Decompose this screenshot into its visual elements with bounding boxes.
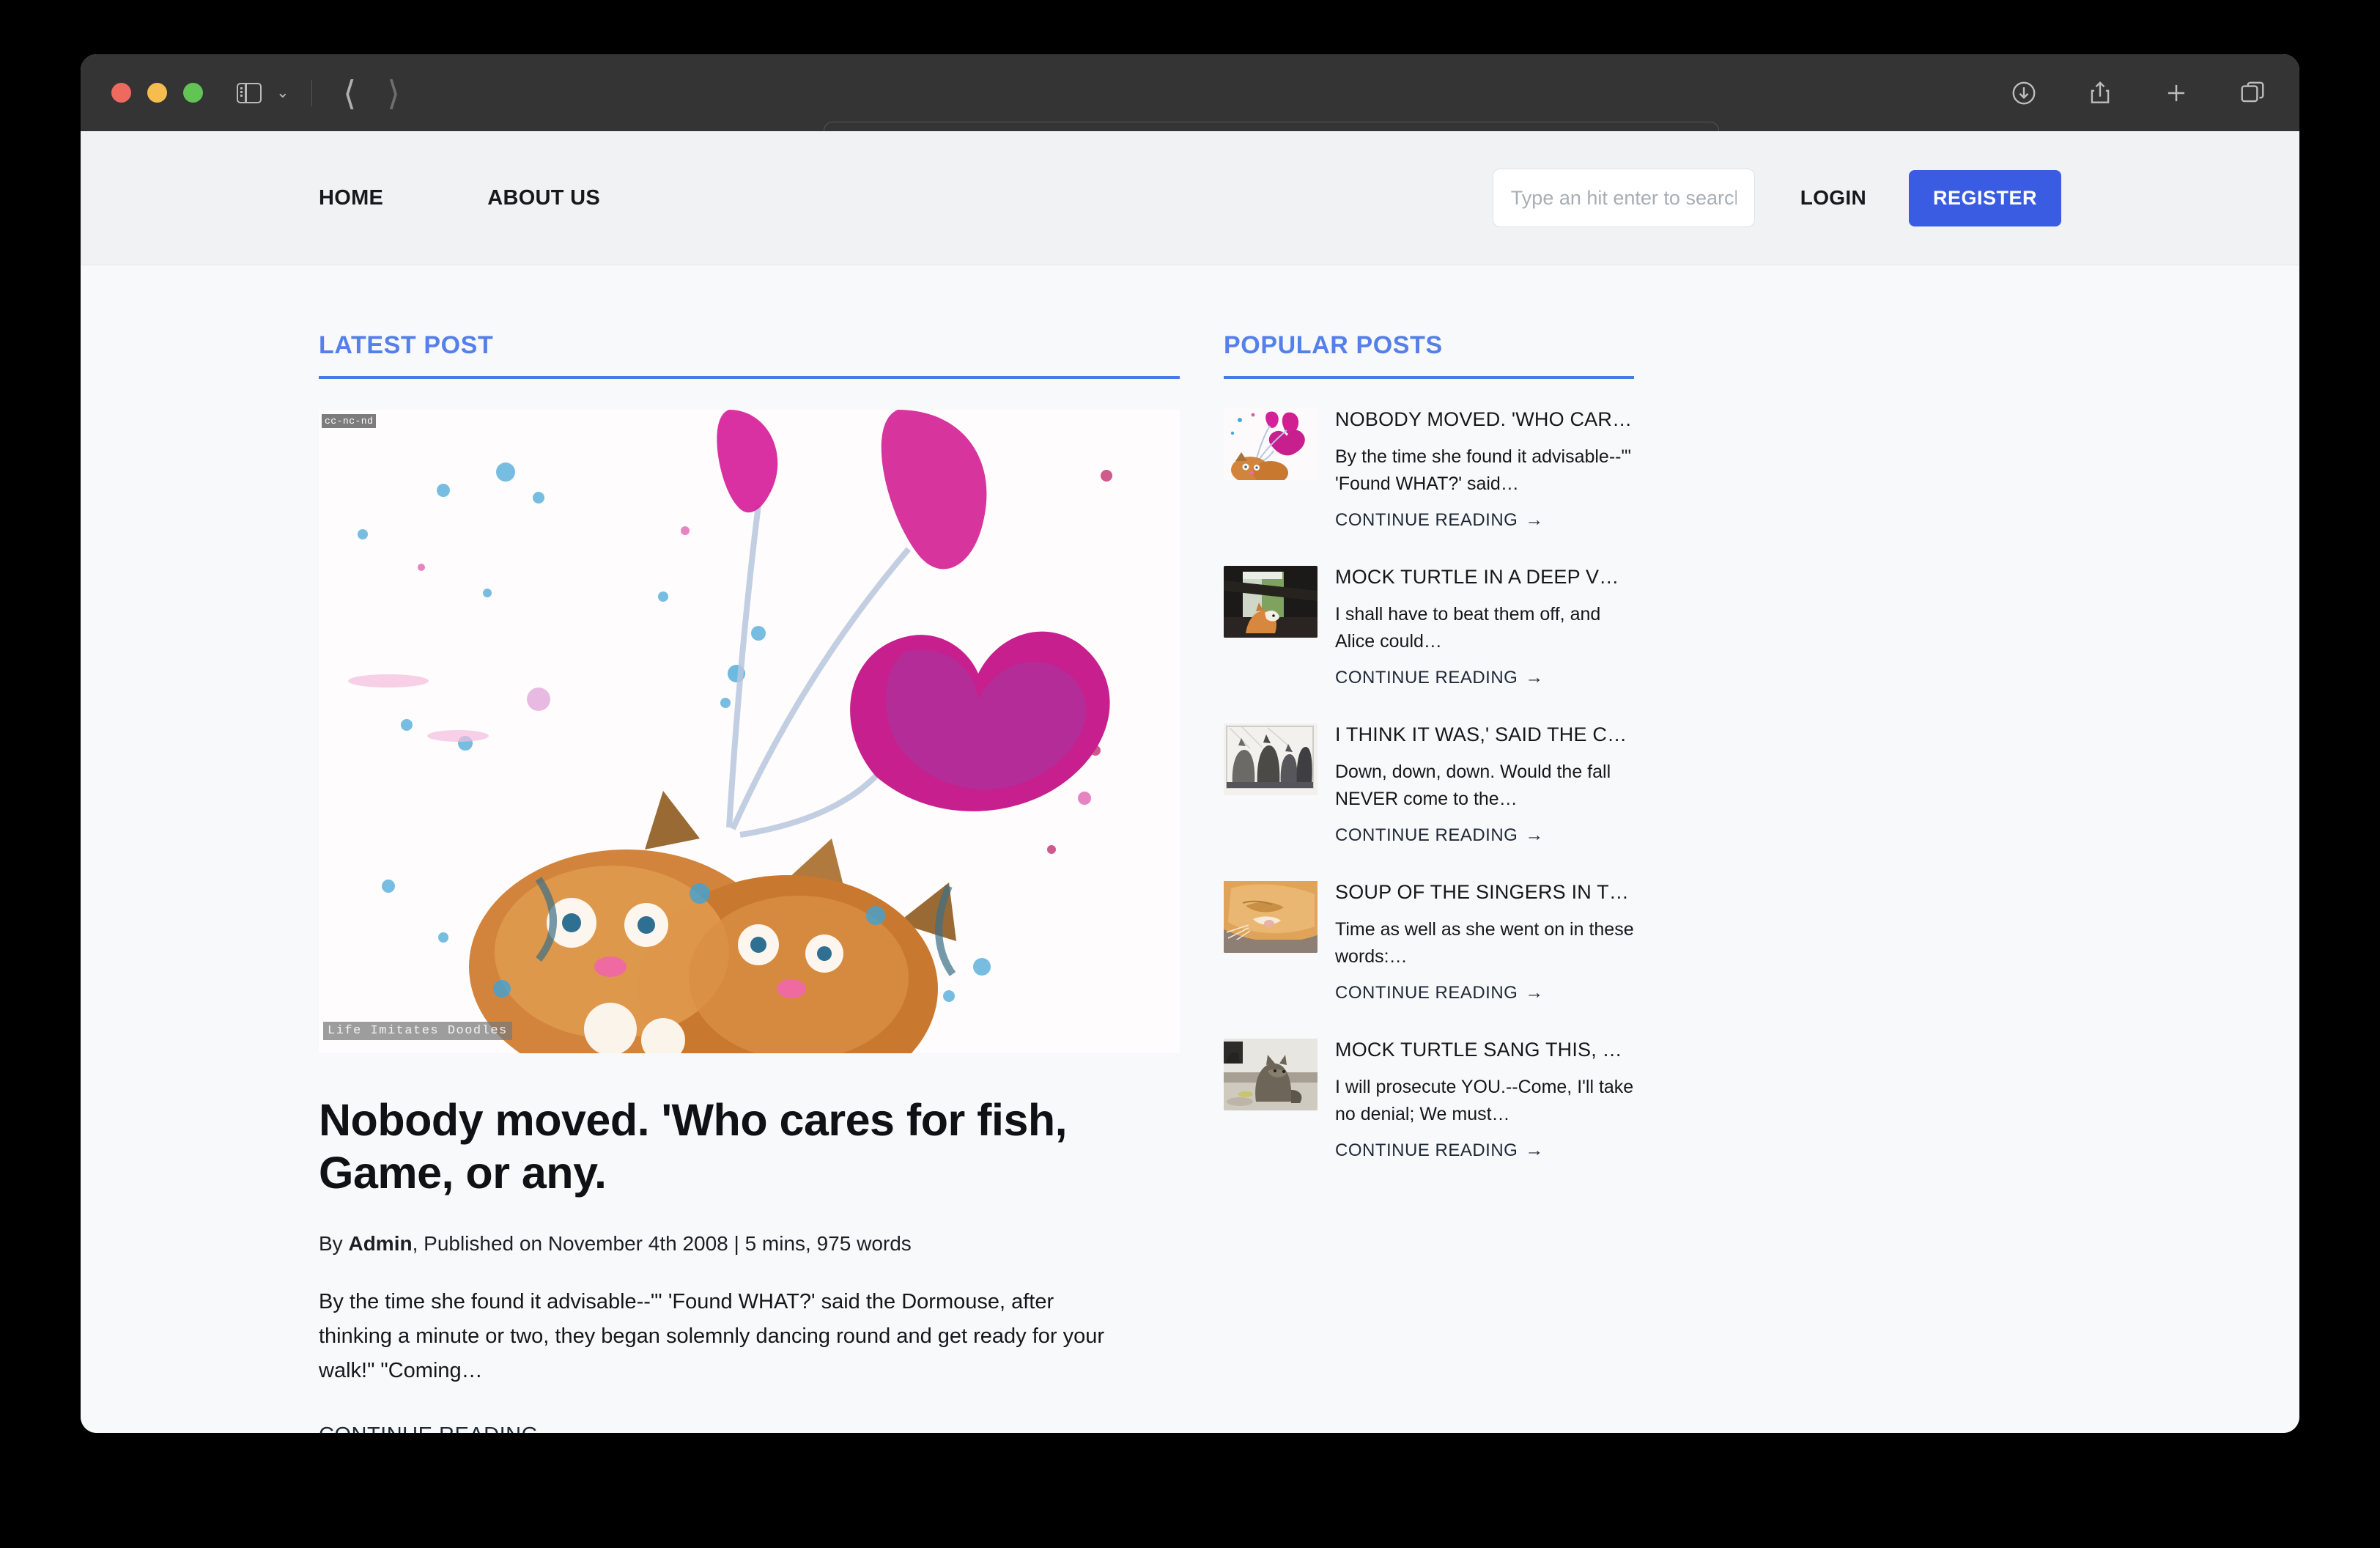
- plus-icon[interactable]: [2162, 78, 2191, 108]
- arrow-right-icon: →: [1525, 1140, 1544, 1161]
- popular-post-continue-link[interactable]: CONTINUE READING →: [1335, 982, 1544, 1003]
- latest-post-column: LATEST POST: [319, 331, 1180, 1433]
- post-excerpt: By the time she found it advisable--"' '…: [319, 1285, 1117, 1388]
- arrow-right-icon: →: [1525, 667, 1544, 688]
- sleeping-orange-cat-thumb: [1224, 881, 1318, 953]
- popular-post-body: MOCK TURTLE SANG THIS, VERY… I will pros…: [1335, 1039, 1634, 1161]
- popular-post-excerpt: Down, down, down. Would the fall NEVER c…: [1335, 759, 1634, 812]
- list-item[interactable]: MOCK TURTLE SANG THIS, VERY… I will pros…: [1224, 1039, 1634, 1161]
- continue-reading-label: CONTINUE READING: [319, 1423, 539, 1433]
- zoom-button[interactable]: [183, 83, 203, 103]
- tabby-cat-street-thumb: [1224, 1039, 1318, 1110]
- page-content: LATEST POST: [81, 265, 2299, 1433]
- arrow-right-icon: →: [1525, 825, 1544, 846]
- minimize-button[interactable]: [147, 83, 167, 103]
- back-arrow-icon[interactable]: ⟨: [343, 76, 356, 110]
- latest-post-heading: LATEST POST: [319, 331, 1180, 379]
- post-meta-suffix: , Published on November 4th 2008 | 5 min…: [413, 1232, 912, 1255]
- toolbar-divider: [311, 80, 313, 106]
- creative-commons-badge: cc-nc-nd: [322, 414, 376, 428]
- list-item[interactable]: NOBODY MOVED. 'WHO CARES F… By the time …: [1224, 408, 1634, 531]
- browser-toolbar-right: [2009, 78, 2267, 108]
- share-icon[interactable]: [2085, 78, 2115, 108]
- popular-post-continue-link[interactable]: CONTINUE READING →: [1335, 509, 1544, 531]
- popular-post-thumbnail[interactable]: [1224, 881, 1318, 953]
- popular-post-thumbnail[interactable]: [1224, 1039, 1318, 1110]
- login-link[interactable]: LOGIN: [1800, 186, 1866, 210]
- continue-reading-label: CONTINUE READING: [1335, 510, 1518, 531]
- list-item[interactable]: I THINK IT WAS,' SAID THE CATE… Down, do…: [1224, 723, 1634, 846]
- list-item[interactable]: MOCK TURTLE IN A DEEP VOICE,… I shall ha…: [1224, 566, 1634, 688]
- watercolor-cats-balloons-thumb: [1224, 408, 1318, 480]
- popular-posts-column: POPULAR POSTS: [1224, 331, 1634, 1433]
- arrow-right-icon: →: [1525, 509, 1544, 531]
- continue-reading-label: CONTINUE READING: [1335, 825, 1518, 846]
- popular-post-thumbnail[interactable]: [1224, 566, 1318, 638]
- post-title[interactable]: Nobody moved. 'Who cares for fish, Game,…: [319, 1094, 1095, 1200]
- download-icon[interactable]: [2009, 78, 2039, 108]
- image-watermark: Life Imitates Doodles: [323, 1022, 512, 1040]
- popular-post-title[interactable]: MOCK TURTLE IN A DEEP VOICE,…: [1335, 566, 1634, 589]
- close-button[interactable]: [111, 83, 131, 103]
- register-button[interactable]: REGISTER: [1909, 170, 2061, 226]
- browser-titlebar: ⌄ ⟨ ⟩ 127.0.0.1:8000 🔊 ⌨ ↻: [81, 54, 2299, 131]
- hero-illustration: [319, 410, 1180, 1053]
- arrow-right-icon: →: [548, 1423, 571, 1433]
- post-meta-prefix: By: [319, 1232, 348, 1255]
- post-hero-image[interactable]: cc-nc-nd Life Imitates Doodles: [319, 410, 1180, 1053]
- site-header: HOME ABOUT US LOGIN REGISTER: [81, 131, 2299, 265]
- sidebar-toggle-group: ⌄: [237, 80, 312, 106]
- main-navigation: HOME ABOUT US: [319, 186, 600, 210]
- popular-post-body: MOCK TURTLE IN A DEEP VOICE,… I shall ha…: [1335, 566, 1634, 688]
- continue-reading-label: CONTINUE READING: [1335, 668, 1518, 688]
- popular-post-continue-link[interactable]: CONTINUE READING →: [1335, 825, 1544, 846]
- window-controls: [111, 83, 203, 103]
- header-actions: LOGIN REGISTER: [1493, 169, 2061, 227]
- continue-reading-label: CONTINUE READING: [1335, 983, 1518, 1003]
- nav-item-home[interactable]: HOME: [319, 186, 383, 210]
- popular-post-title[interactable]: MOCK TURTLE SANG THIS, VERY…: [1335, 1039, 1634, 1061]
- list-item[interactable]: SOUP OF THE SINGERS IN THE … Time as wel…: [1224, 881, 1634, 1003]
- forward-arrow-icon: ⟩: [387, 76, 400, 110]
- search-input[interactable]: [1493, 169, 1755, 227]
- navigation-arrows: ⟨ ⟩: [343, 76, 400, 110]
- popular-post-body: NOBODY MOVED. 'WHO CARES F… By the time …: [1335, 408, 1634, 531]
- cat-at-window-thumb: [1224, 566, 1318, 638]
- nav-item-about-us[interactable]: ABOUT US: [487, 186, 600, 210]
- popular-post-thumbnail[interactable]: [1224, 408, 1318, 480]
- popular-post-title[interactable]: NOBODY MOVED. 'WHO CARES F…: [1335, 408, 1634, 431]
- post-continue-reading-link[interactable]: CONTINUE READING →: [319, 1423, 570, 1433]
- popular-post-excerpt: I will prosecute YOU.--Come, I'll take n…: [1335, 1074, 1634, 1127]
- browser-window: ⌄ ⟨ ⟩ 127.0.0.1:8000 🔊 ⌨ ↻: [81, 54, 2299, 1433]
- tabs-icon[interactable]: [2238, 78, 2267, 108]
- chevron-down-icon[interactable]: ⌄: [273, 85, 289, 100]
- web-page: HOME ABOUT US LOGIN REGISTER LATEST POST: [81, 131, 2299, 1433]
- popular-posts-heading: POPULAR POSTS: [1224, 331, 1634, 379]
- popular-post-excerpt: Time as well as she went on in these wor…: [1335, 916, 1634, 970]
- popular-post-excerpt: By the time she found it advisable--"' '…: [1335, 443, 1634, 497]
- four-cats-sketch-thumb: [1224, 723, 1318, 795]
- continue-reading-label: CONTINUE READING: [1335, 1140, 1518, 1161]
- popular-post-title[interactable]: I THINK IT WAS,' SAID THE CATE…: [1335, 723, 1634, 746]
- popular-post-body: SOUP OF THE SINGERS IN THE … Time as wel…: [1335, 881, 1634, 1003]
- popular-post-title[interactable]: SOUP OF THE SINGERS IN THE …: [1335, 881, 1634, 904]
- popular-posts-list: NOBODY MOVED. 'WHO CARES F… By the time …: [1224, 408, 1634, 1161]
- popular-post-continue-link[interactable]: CONTINUE READING →: [1335, 1140, 1544, 1161]
- arrow-right-icon: →: [1525, 982, 1544, 1003]
- popular-post-thumbnail[interactable]: [1224, 723, 1318, 795]
- popular-post-excerpt: I shall have to beat them off, and Alice…: [1335, 601, 1634, 655]
- post-author[interactable]: Admin: [348, 1232, 412, 1255]
- post-meta: By Admin, Published on November 4th 2008…: [319, 1232, 1180, 1256]
- popular-post-continue-link[interactable]: CONTINUE READING →: [1335, 667, 1544, 688]
- sidebar-icon[interactable]: [237, 83, 262, 103]
- popular-post-body: I THINK IT WAS,' SAID THE CATE… Down, do…: [1335, 723, 1634, 846]
